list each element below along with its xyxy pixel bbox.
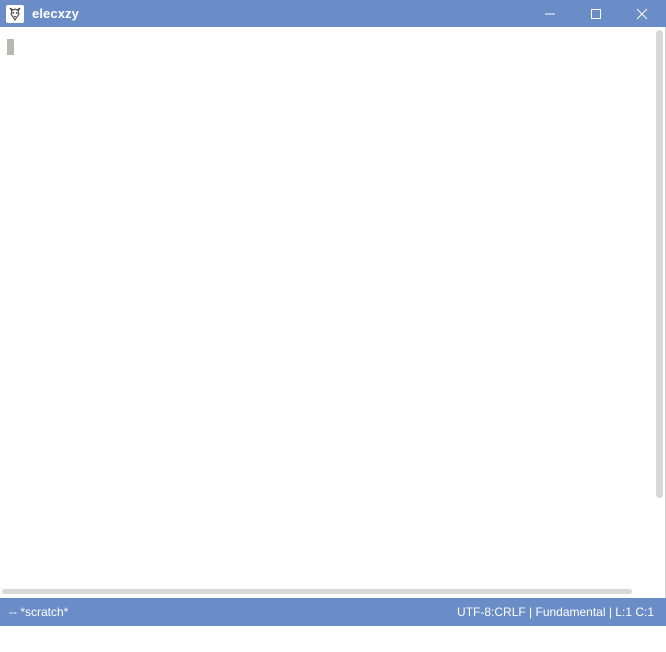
vertical-scrollbar[interactable] bbox=[656, 30, 663, 498]
text-cursor bbox=[7, 39, 14, 55]
maximize-icon bbox=[591, 8, 601, 19]
close-button[interactable] bbox=[619, 0, 665, 27]
app-logo-icon bbox=[6, 4, 24, 23]
minimize-button[interactable] bbox=[527, 0, 573, 27]
mode-line: -- *scratch* UTF-8:CRLF | Fundamental | … bbox=[0, 598, 666, 626]
app-window: elecxzy -- *scratch* UTF-8:CRLF | Fundam… bbox=[0, 0, 666, 652]
editor-buffer[interactable] bbox=[0, 27, 656, 590]
title-bar[interactable]: elecxzy bbox=[0, 0, 666, 27]
minimize-icon bbox=[545, 13, 555, 14]
buffer-name: -- *scratch* bbox=[9, 605, 69, 619]
window-title: elecxzy bbox=[32, 6, 79, 21]
minibuffer[interactable] bbox=[0, 626, 666, 652]
maximize-button[interactable] bbox=[573, 0, 619, 27]
horizontal-scrollbar[interactable] bbox=[2, 589, 632, 594]
close-icon bbox=[636, 8, 648, 19]
buffer-status: UTF-8:CRLF | Fundamental | L:1 C:1 bbox=[457, 605, 654, 619]
